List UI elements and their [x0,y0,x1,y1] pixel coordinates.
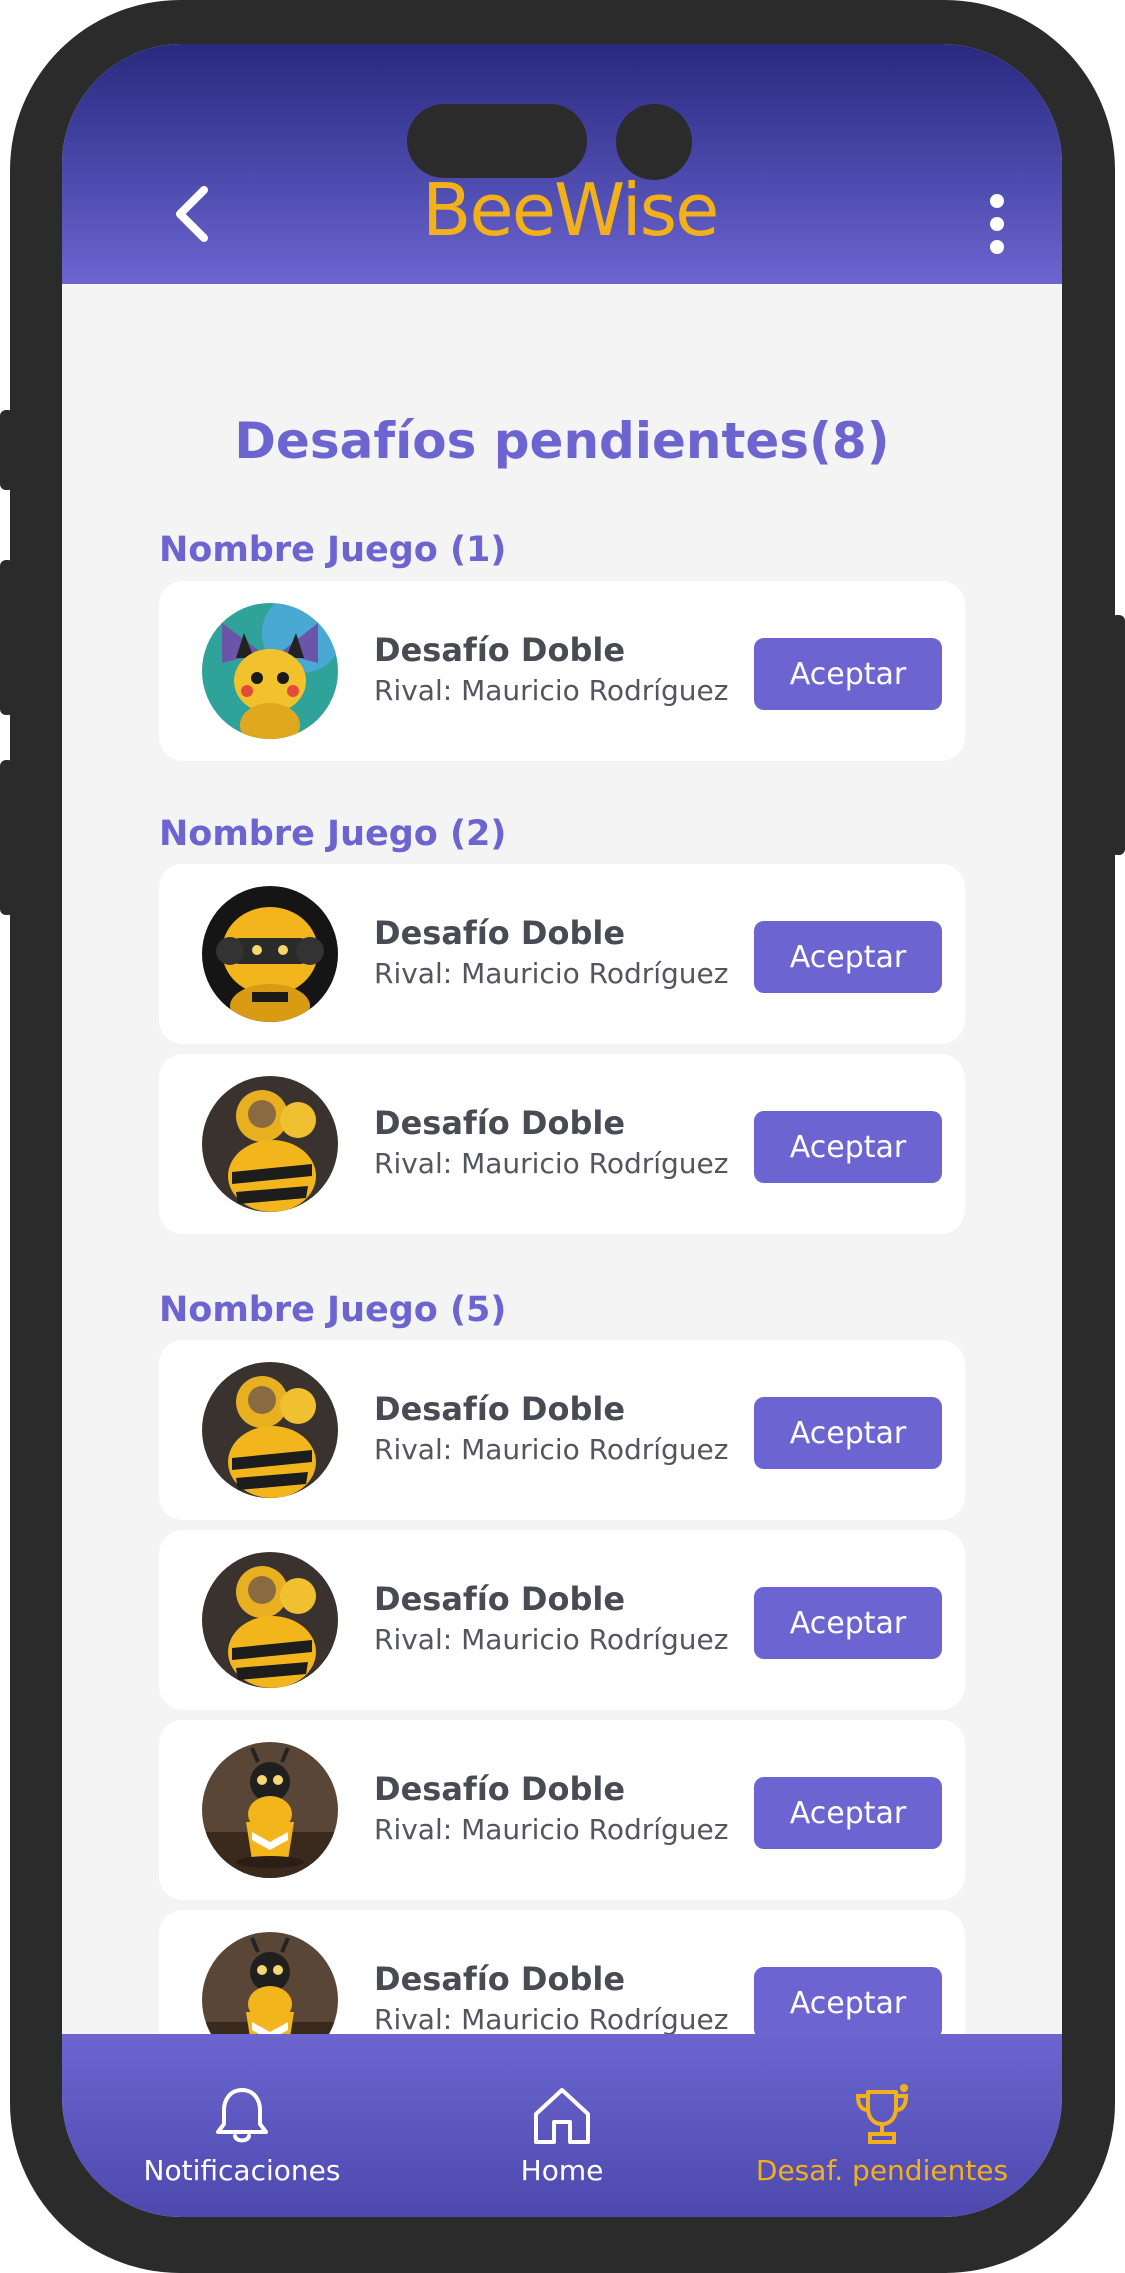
challenge-title: Desafío Doble [374,1960,626,1998]
accept-button[interactable]: Aceptar [754,1777,942,1849]
nav-notifications[interactable]: Notificaciones [82,2084,402,2204]
volume-up-button [0,560,14,715]
armored-bee-avatar [202,1552,338,1688]
challenge-title: Desafío Doble [374,1390,626,1428]
game-group-title: Nombre Juego (5) [159,1290,507,1330]
volume-down-button [0,760,14,915]
rival-name: Rival: Mauricio Rodríguez [374,2003,729,2036]
challenge-title: Desafío Doble [374,631,626,669]
challenge-card: Desafío Doble Rival: Mauricio Rodríguez … [159,1530,965,1710]
accept-button[interactable]: Aceptar [754,1587,942,1659]
robot-bee-avatar [202,886,338,1022]
cup-bee-avatar [202,1742,338,1878]
chevron-left-icon [176,186,208,242]
accept-button[interactable]: Aceptar [754,1397,942,1469]
vertical-dots-icon [990,194,1004,254]
challenge-card: Desafío Doble Rival: Mauricio Rodríguez … [159,1054,965,1234]
rival-name: Rival: Mauricio Rodríguez [374,1623,729,1656]
more-options-button[interactable] [967,184,1027,264]
nav-label: Notificaciones [143,2154,341,2187]
challenge-title: Desafío Doble [374,1770,626,1808]
app-screen: BeeWise Desafíos pendientes(8) Nombre Ju… [62,44,1062,2217]
challenge-card: Desafío Doble Rival: Mauricio Rodríguez … [159,581,965,761]
accept-button[interactable]: Aceptar [754,1967,942,2039]
pikachu-bee-avatar [202,603,338,739]
challenges-list: Desafíos pendientes(8) Nombre Juego (1) [62,284,1062,2074]
app-header: BeeWise [62,44,1062,284]
game-group-title: Nombre Juego (2) [159,814,507,854]
home-icon [534,2088,590,2144]
challenge-title: Desafío Doble [374,1580,626,1618]
trophy-icon [855,2084,909,2144]
accept-button[interactable]: Aceptar [754,921,942,993]
dynamic-island [407,104,587,178]
challenge-card: Desafío Doble Rival: Mauricio Rodríguez … [159,1340,965,1520]
rival-name: Rival: Mauricio Rodríguez [374,674,729,707]
nav-pending-challenges[interactable]: Desaf. pendientes [722,2084,1042,2204]
back-button[interactable] [152,174,232,254]
game-group-title: Nombre Juego (1) [159,530,507,570]
challenge-card: Desafío Doble Rival: Mauricio Rodríguez … [159,864,965,1044]
bottom-nav: Notificaciones Home Desaf. pendientes [62,2034,1062,2217]
silent-switch [0,410,14,490]
challenge-card: Desafío Doble Rival: Mauricio Rodríguez … [159,1720,965,1900]
front-camera [616,104,692,180]
armored-bee-avatar [202,1076,338,1212]
bell-icon [216,2088,268,2143]
challenge-title: Desafío Doble [374,914,626,952]
rival-name: Rival: Mauricio Rodríguez [374,1147,729,1180]
page-title: Desafíos pendientes(8) [234,412,890,470]
challenge-title: Desafío Doble [374,1104,626,1142]
rival-name: Rival: Mauricio Rodríguez [374,1433,729,1466]
nav-home[interactable]: Home [402,2084,722,2204]
power-button [1111,615,1125,855]
rival-name: Rival: Mauricio Rodríguez [374,1813,729,1846]
accept-button[interactable]: Aceptar [754,1111,942,1183]
nav-label: Home [520,2154,604,2187]
accept-button[interactable]: Aceptar [754,638,942,710]
nav-label: Desaf. pendientes [755,2154,1009,2187]
rival-name: Rival: Mauricio Rodríguez [374,957,729,990]
armored-bee-avatar [202,1362,338,1498]
